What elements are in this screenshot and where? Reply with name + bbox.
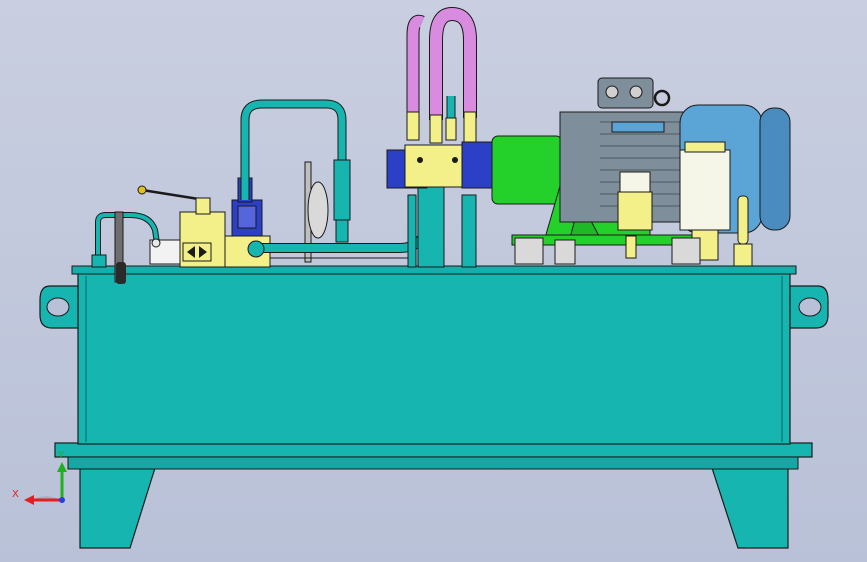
cad-viewport[interactable]: X Y: [0, 0, 867, 562]
base-rail: [54, 442, 813, 458]
axis-triad: X Y: [12, 450, 67, 505]
tank-body: [77, 271, 791, 445]
base-rail-lower: [67, 456, 799, 470]
x-axis-label: X: [12, 489, 19, 500]
right-leg: [711, 467, 789, 549]
lifting-eye: [653, 89, 671, 107]
tank-base-frame: [54, 442, 813, 549]
electric-motor[interactable]: [559, 77, 791, 234]
oil-tank: [39, 265, 829, 445]
hydraulic-pump[interactable]: [386, 141, 493, 189]
hydraulic-hoses: [406, 6, 477, 144]
left-leg: [79, 467, 156, 549]
y-axis-label: Y: [57, 450, 65, 461]
pump-riser: [407, 184, 477, 268]
gauge-handle: [116, 262, 126, 284]
z-axis-dot: [59, 497, 65, 503]
lever-knob: [137, 185, 147, 195]
